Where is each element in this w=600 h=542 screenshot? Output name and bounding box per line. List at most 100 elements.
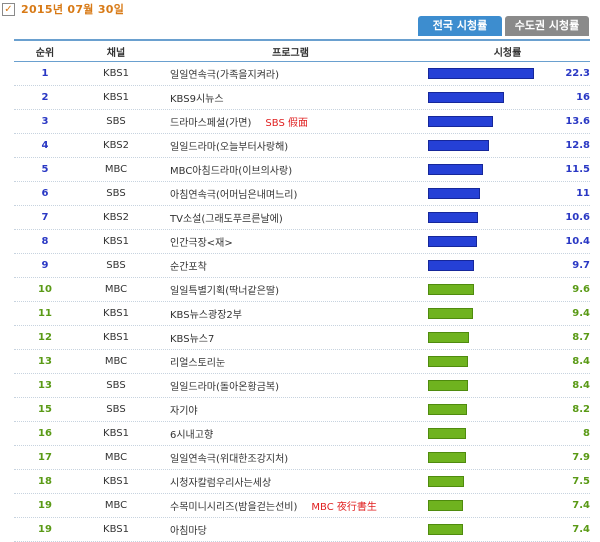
rank-cell: 11 [38,308,52,319]
rating-value: 9.7 [572,260,590,271]
rank-cell: 13 [38,356,52,367]
program-cell: 일일연속극(위대한조강지처) [156,450,425,465]
program-cell: 순간포착 [156,258,425,273]
program-name[interactable]: TV소설(그래도푸르른날에) [170,214,283,225]
rating-cell: 8.7 [425,326,590,349]
checkbox-icon: ✓ [2,2,15,16]
rating-bar [428,404,467,415]
program-name[interactable]: 아침연속극(어머님은내며느리) [170,190,297,201]
rank-cell: 12 [38,332,52,343]
table-row: 10 MBC 일일특별기획(딱너같은딸) 9.6 [14,278,590,302]
program-name[interactable]: KBS9시뉴스 [170,94,224,105]
rating-cell: 11.5 [425,158,590,181]
table-row: 17 MBC 일일연속극(위대한조강지처) 7.9 [14,446,590,470]
program-name[interactable]: 자기야 [170,406,198,417]
table-row: 4 KBS2 일일드라마(오늘부터사랑해) 12.8 [14,134,590,158]
date-header: ✓ 2015년 07월 30일 [0,0,124,18]
program-name[interactable]: KBS뉴스7 [170,334,214,345]
tab-capital-rating[interactable]: 수도권 시청률 [505,16,589,36]
table-row: 3 SBS 드라마스페셜(가면) SBS 假面 13.6 [14,110,590,134]
program-cell: KBS뉴스광장2부 [156,306,425,321]
channel-cell: KBS1 [103,236,129,247]
program-name[interactable]: 아침마당 [170,526,207,537]
channel-cell: SBS [106,116,126,127]
table-row: 18 KBS1 시청자칼럼우리사는세상 7.5 [14,470,590,494]
program-name[interactable]: 수목미니시리즈(밤을걷는선비) [170,502,297,513]
table-row: 19 MBC 수목미니시리즈(밤을걷는선비) MBC 夜行書生 7.4 [14,494,590,518]
channel-cell: KBS1 [103,68,129,79]
rating-value: 13.6 [565,116,590,127]
rating-cell: 8.4 [425,350,590,373]
tab-national-rating[interactable]: 전국 시청률 [418,16,502,36]
program-name[interactable]: 리얼스토리눈 [170,358,225,369]
table-row: 16 KBS1 6시내고향 8 [14,422,590,446]
ratings-table: 순위 채널 프로그램 시청률 1 KBS1 일일연속극(가족을지켜라) 22.3 2 KB… [14,39,590,542]
program-name[interactable]: 인간극장<재> [170,238,233,249]
channel-cell: KBS1 [103,308,129,319]
channel-cell: MBC [104,164,128,175]
rating-bar [428,332,469,343]
program-name[interactable]: 드라마스페셜(가면) [170,118,251,129]
program-name[interactable]: 일일드라마(돌아온황금복) [170,382,279,393]
rank-cell: 19 [38,500,52,511]
table-row: 8 KBS1 인간극장<재> 10.4 [14,230,590,254]
table-row: 12 KBS1 KBS뉴스7 8.7 [14,326,590,350]
channel-cell: KBS1 [103,524,129,535]
program-cell: KBS뉴스7 [156,330,425,345]
rating-value: 10.6 [565,212,590,223]
table-row: 2 KBS1 KBS9시뉴스 16 [14,86,590,110]
column-header-rating: 시청률 [493,47,522,59]
table-row: 1 KBS1 일일연속극(가족을지켜라) 22.3 [14,62,590,86]
rating-bar [428,188,480,199]
table-row: 7 KBS2 TV소설(그래도푸르른날에) 10.6 [14,206,590,230]
rating-cell: 10.6 [425,206,590,229]
rating-bar [428,260,474,271]
program-cell: 일일드라마(돌아온황금복) [156,378,425,393]
rating-value: 9.4 [572,308,590,319]
rank-cell: 19 [38,524,52,535]
program-name[interactable]: 일일드라마(오늘부터사랑해) [170,142,288,153]
program-cell: 일일특별기획(딱너같은딸) [156,282,425,297]
program-name[interactable]: 순간포착 [170,262,207,273]
rating-value: 7.4 [572,524,590,535]
rating-bar [428,308,473,319]
table-row: 6 SBS 아침연속극(어머님은내며느리) 11 [14,182,590,206]
program-name[interactable]: 시청자칼럼우리사는세상 [170,478,271,489]
date-label: 2015년 07월 30일 [21,3,125,16]
program-name[interactable]: 6시내고향 [170,430,213,441]
program-name[interactable]: 일일연속극(위대한조강지처) [170,454,288,465]
program-name[interactable]: 일일특별기획(딱너같은딸) [170,286,279,297]
program-name[interactable]: 일일연속극(가족을지켜라) [170,70,279,81]
rating-value: 8 [583,428,590,439]
rating-bar [428,524,463,535]
rating-bar [428,356,468,367]
rank-cell: 7 [41,212,49,223]
rating-bar [428,476,464,487]
rating-bar [428,164,483,175]
program-cell: MBC아침드라마(이브의사랑) [156,162,425,177]
rating-bar [428,68,534,79]
rank-cell: 13 [38,380,52,391]
table-row: 5 MBC MBC아침드라마(이브의사랑) 11.5 [14,158,590,182]
program-name[interactable]: KBS뉴스광장2부 [170,310,242,321]
rank-cell: 18 [38,476,52,487]
program-cell: 6시내고향 [156,426,425,441]
rating-bar [428,500,463,511]
column-header-channel: 채널 [106,47,126,59]
rating-value: 8.7 [572,332,590,343]
rating-cell: 11 [425,182,590,205]
program-cell: TV소설(그래도푸르른날에) [156,210,425,225]
column-header-program: 프로그램 [272,47,309,59]
program-cell: 시청자칼럼우리사는세상 [156,474,425,489]
program-name[interactable]: MBC아침드라마(이브의사랑) [170,166,292,177]
table-row: 19 KBS1 아침마당 7.4 [14,518,590,542]
table-row: 13 MBC 리얼스토리눈 8.4 [14,350,590,374]
rating-bar [428,284,474,295]
rating-cell: 7.5 [425,470,590,493]
program-cell: 아침마당 [156,522,425,537]
rating-cell: 9.7 [425,254,590,277]
rating-cell: 16 [425,86,590,109]
rating-value: 8.4 [572,356,590,367]
rank-cell: 4 [41,140,49,151]
rank-cell: 17 [38,452,52,463]
